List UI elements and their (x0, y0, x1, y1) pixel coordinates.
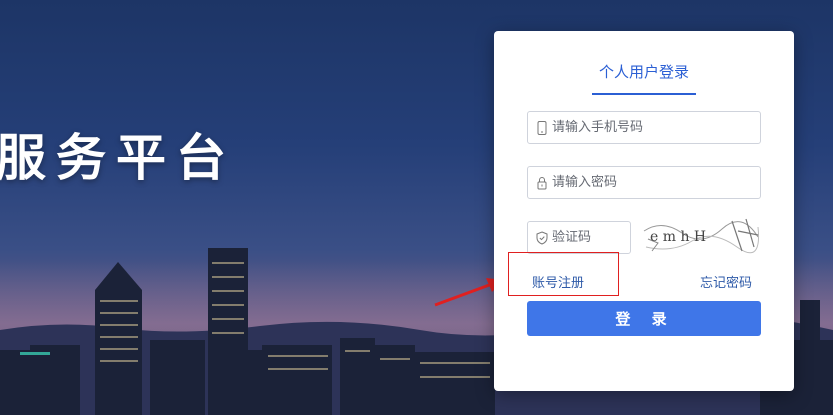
captcha-field[interactable] (527, 221, 631, 254)
login-panel: 个人用户登录 e m h H 账号注册 忘记密码 登 录 (494, 31, 794, 391)
phone-field[interactable] (527, 111, 761, 144)
annotation-highlight-box (508, 252, 619, 296)
shield-icon (536, 231, 548, 245)
lock-icon (537, 177, 547, 190)
login-button[interactable]: 登 录 (527, 301, 761, 336)
captcha-image[interactable]: e m h H (642, 217, 760, 255)
hero-title: 服务平台 (0, 129, 236, 187)
password-field[interactable] (527, 166, 761, 199)
password-input[interactable] (552, 167, 754, 198)
captcha-text: e m h H (650, 229, 706, 245)
phone-input[interactable] (552, 112, 754, 143)
captcha-input[interactable] (552, 222, 624, 253)
phone-icon (537, 121, 547, 135)
tab-personal-login[interactable]: 个人用户登录 (592, 61, 696, 95)
forgot-password-link[interactable]: 忘记密码 (700, 272, 752, 291)
